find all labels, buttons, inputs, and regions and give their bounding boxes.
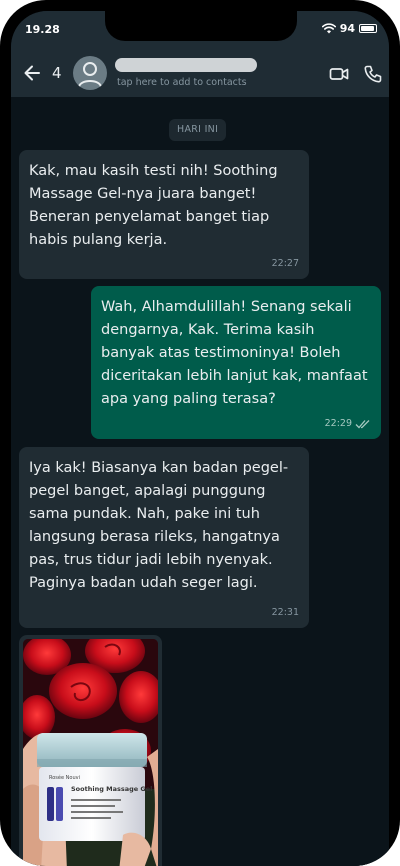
message-bubble-incoming[interactable]: Iya kak! Biasanya kan badan pegel-pegel … [19,447,309,628]
message-text: Wah, Alhamdulillah! Senang sekali dengar… [101,299,368,407]
wifi-icon [321,23,336,34]
message-time: 22:27 [271,258,299,269]
message-time: 22:29 [324,418,352,429]
product-brand-label: Rosée Nouvi [49,774,80,781]
message-bubble-incoming[interactable]: Kak, mau kasih testi nih! Soothing Massa… [19,150,309,279]
contact-avatar[interactable] [73,56,107,90]
message-meta: 22:29 [325,412,371,435]
contact-name-redacted[interactable] [115,58,257,72]
message-list[interactable]: HARI INI Kak, mau kasih testi nih! Sooth… [11,97,389,866]
message-meta: 22:27 [272,252,299,275]
status-indicators: 94 [321,22,377,35]
message-time: 22:31 [271,607,299,618]
double-check-icon [355,419,370,428]
product-photo-illustration: Rosée Nouvi Soothing Massage Gel [23,639,158,866]
status-time: 19.28 [25,23,60,36]
message-text: Iya kak! Biasanya kan badan pegel-pegel … [29,460,289,591]
image-message-bubble[interactable]: Rosée Nouvi Soothing Massage Gel [19,635,162,866]
product-name-label: Soothing Massage Gel [71,785,152,793]
contact-subtitle[interactable]: tap here to add to contacts [117,77,247,88]
person-avatar-icon [78,62,102,88]
whatsapp-chat-screen: 19.28 94 4 tap here to add to contacts H… [11,11,389,866]
camera-notch [105,11,297,41]
chat-header[interactable]: 4 tap here to add to contacts [11,51,389,97]
message-bubble-outgoing[interactable]: Wah, Alhamdulillah! Senang sekali dengar… [91,286,381,439]
phone-frame: 19.28 94 4 tap here to add to contacts H… [0,0,400,866]
message-text: Kak, mau kasih testi nih! Soothing Massa… [29,163,278,248]
video-call-icon[interactable] [329,64,349,84]
arrow-left-icon[interactable] [21,62,43,84]
battery-percent: 94 [339,22,355,35]
date-separator: HARI INI [169,119,227,141]
battery-level [361,26,375,31]
phone-call-icon[interactable] [363,64,383,84]
product-photo[interactable]: Rosée Nouvi Soothing Massage Gel [23,639,158,866]
message-meta: 22:31 [272,601,299,624]
unread-count[interactable]: 4 [52,64,62,82]
battery-icon [359,24,377,33]
